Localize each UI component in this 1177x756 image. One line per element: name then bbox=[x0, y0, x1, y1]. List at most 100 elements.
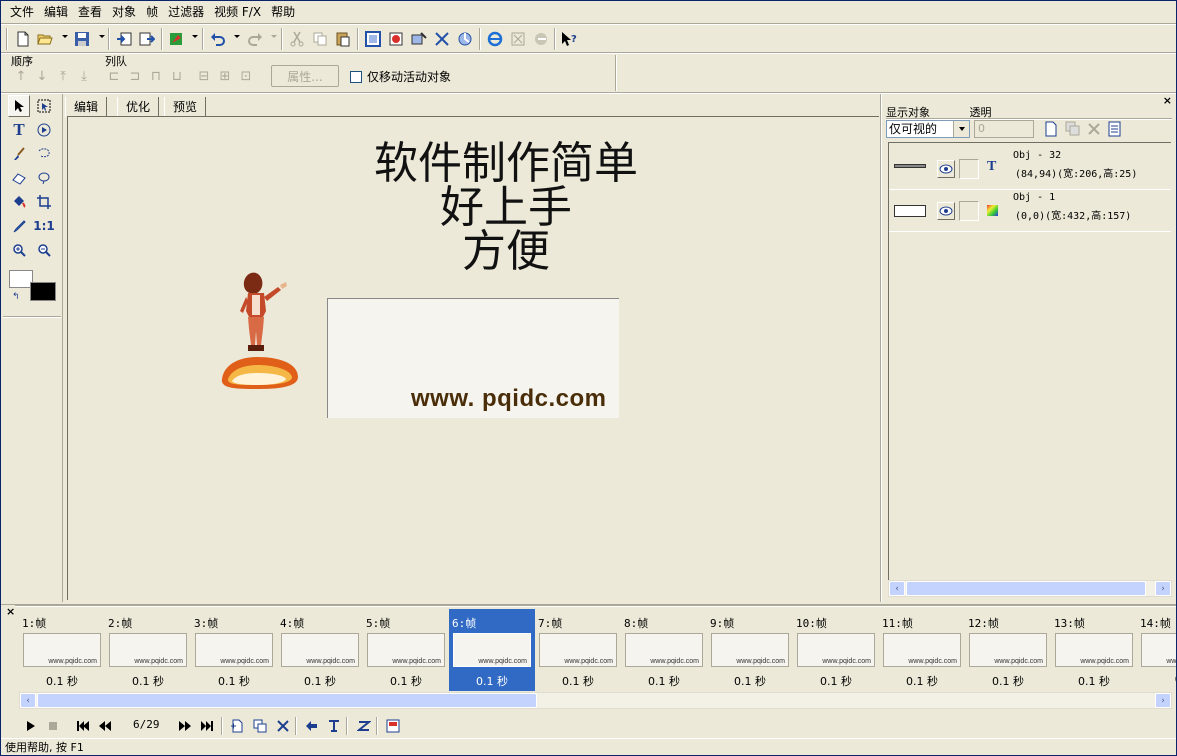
frame-properties-icon[interactable] bbox=[385, 718, 401, 734]
frame-duration[interactable]: 0.1 秒 bbox=[1051, 673, 1137, 689]
tween-icon[interactable] bbox=[304, 718, 320, 734]
paste-icon[interactable] bbox=[332, 28, 354, 50]
frame-cell[interactable]: 12:帧 www.pqidc.com 0.1 秒 bbox=[965, 609, 1051, 691]
show-objects-select[interactable]: 仅可视的 bbox=[886, 120, 970, 138]
frame-duration[interactable]: 0.1 秒 bbox=[449, 673, 535, 689]
timeline-close-icon[interactable]: × bbox=[6, 605, 15, 618]
frame-duration[interactable]: 0.1 秒 bbox=[191, 673, 277, 689]
frame-thumbnail[interactable]: www.pqidc.com bbox=[1141, 633, 1176, 667]
scroll-right-icon[interactable]: › bbox=[1155, 581, 1171, 596]
select-arrow-icon[interactable] bbox=[8, 95, 30, 117]
object-row[interactable]: Obj - 1 (0,0)(宽:432,高:157) bbox=[889, 191, 1171, 232]
menu-file[interactable]: 文件 bbox=[5, 2, 39, 22]
fill-bucket-icon[interactable] bbox=[8, 191, 30, 213]
frame-cell[interactable]: 13:帧 www.pqidc.com 0.1 秒 bbox=[1051, 609, 1137, 691]
frame-cell[interactable]: 1:帧 www.pqidc.com 0.1 秒 bbox=[19, 609, 105, 691]
play-icon[interactable] bbox=[23, 718, 39, 734]
frame-cell[interactable]: 2:帧 www.pqidc.com 0.1 秒 bbox=[105, 609, 191, 691]
undo-dropdown-icon[interactable] bbox=[234, 35, 240, 38]
lock-toggle[interactable] bbox=[959, 201, 979, 221]
scroll-left-icon[interactable]: ‹ bbox=[889, 581, 905, 596]
frame-cell[interactable]: 8:帧 www.pqidc.com 0.1 秒 bbox=[621, 609, 707, 691]
frame-thumbnail[interactable]: www.pqidc.com bbox=[23, 633, 101, 667]
first-frame-icon[interactable] bbox=[75, 718, 91, 734]
marquee-select-icon[interactable] bbox=[33, 95, 55, 117]
animate-tool-icon[interactable] bbox=[33, 119, 55, 141]
frame-duration[interactable]: 0.1 秒 bbox=[277, 673, 363, 689]
menu-filter[interactable]: 过滤器 bbox=[163, 2, 209, 22]
objects-horizontal-scrollbar[interactable]: ‹ › bbox=[888, 580, 1172, 597]
export-icon[interactable] bbox=[136, 28, 158, 50]
frame-cell[interactable]: 11:帧 www.pqidc.com 0.1 秒 bbox=[879, 609, 965, 691]
reverse-frames-icon[interactable] bbox=[326, 718, 342, 734]
rotate-icon[interactable] bbox=[454, 28, 476, 50]
visibility-eye-icon[interactable] bbox=[937, 202, 955, 220]
frame-thumbnail[interactable]: www.pqidc.com bbox=[109, 633, 187, 667]
frame-thumbnail[interactable]: www.pqidc.com bbox=[195, 633, 273, 667]
close-icon[interactable]: × bbox=[1163, 94, 1172, 107]
edit-canvas[interactable]: 软件制作简单 好上手 方便 www. pqidc.com bbox=[67, 116, 879, 600]
object-row[interactable]: T Obj - 32 (84,94)(宽:206,高:25) bbox=[889, 149, 1171, 190]
scroll-right-icon[interactable]: › bbox=[1155, 693, 1171, 708]
tab-preview[interactable]: 预览 bbox=[164, 97, 207, 117]
delete-frame-icon[interactable] bbox=[275, 718, 291, 734]
eyedropper-icon[interactable] bbox=[8, 215, 30, 237]
crop-tool-icon[interactable] bbox=[33, 191, 55, 213]
frame-thumbnail[interactable]: www.pqidc.com bbox=[281, 633, 359, 667]
image-size-icon[interactable] bbox=[408, 28, 430, 50]
menu-help[interactable]: 帮助 bbox=[266, 2, 300, 22]
scroll-thumb[interactable] bbox=[906, 581, 1146, 596]
frame-thumbnail[interactable]: www.pqidc.com bbox=[969, 633, 1047, 667]
lasso-icon[interactable] bbox=[33, 143, 55, 165]
timeline-horizontal-scrollbar[interactable]: ‹ › bbox=[19, 692, 1172, 709]
menu-video-fx[interactable]: 视频 F/X bbox=[209, 2, 266, 22]
crop-icon[interactable] bbox=[362, 28, 384, 50]
frame-thumbnail[interactable]: www.pqidc.com bbox=[367, 633, 445, 667]
ellipse-select-icon[interactable] bbox=[33, 167, 55, 189]
frame-cell[interactable]: 14:帧 www.pqidc.com 0. bbox=[1137, 609, 1176, 691]
menu-frame[interactable]: 帧 bbox=[141, 2, 163, 22]
frame-cell[interactable]: 4:帧 www.pqidc.com 0.1 秒 bbox=[277, 609, 363, 691]
next-frame-icon[interactable] bbox=[177, 718, 193, 734]
lock-toggle[interactable] bbox=[959, 159, 979, 179]
open-folder-icon[interactable] bbox=[34, 28, 56, 50]
frame-duration[interactable]: 0.1 秒 bbox=[621, 673, 707, 689]
frame-thumbnail[interactable]: www.pqidc.com bbox=[625, 633, 703, 667]
add-frame-icon[interactable] bbox=[229, 718, 245, 734]
transition-icon[interactable] bbox=[356, 718, 372, 734]
zoom-out-icon[interactable] bbox=[33, 239, 55, 261]
actual-size-icon[interactable]: 1:1 bbox=[33, 215, 55, 237]
duplicate-frame-icon[interactable] bbox=[252, 718, 268, 734]
text-tool-icon[interactable]: T bbox=[8, 119, 30, 141]
menu-object[interactable]: 对象 bbox=[107, 2, 141, 22]
new-object-icon[interactable] bbox=[1042, 120, 1060, 138]
menu-view[interactable]: 查看 bbox=[73, 2, 107, 22]
frame-thumbnail[interactable]: www.pqidc.com bbox=[539, 633, 617, 667]
save-dropdown-icon[interactable] bbox=[99, 35, 105, 38]
frame-duration[interactable]: 0.1 秒 bbox=[535, 673, 621, 689]
frame-cell[interactable]: 3:帧 www.pqidc.com 0.1 秒 bbox=[191, 609, 277, 691]
tab-optimize[interactable]: 优化 bbox=[117, 97, 160, 117]
scroll-thumb[interactable] bbox=[37, 693, 537, 708]
frame-duration[interactable]: 0.1 秒 bbox=[105, 673, 191, 689]
wizard-icon[interactable] bbox=[166, 28, 188, 50]
frame-duration[interactable]: 0.1 秒 bbox=[19, 673, 105, 689]
frame-duration[interactable]: 0.1 秒 bbox=[879, 673, 965, 689]
object-properties-icon[interactable] bbox=[1106, 120, 1124, 138]
expand-icon[interactable] bbox=[431, 28, 453, 50]
frame-duration[interactable]: 0. bbox=[1137, 673, 1176, 686]
only-move-active-checkbox[interactable]: 仅移动活动对象 bbox=[350, 68, 451, 85]
frame-cell[interactable]: 5:帧 www.pqidc.com 0.1 秒 bbox=[363, 609, 449, 691]
eraser-icon[interactable] bbox=[8, 167, 30, 189]
frame-thumbnail[interactable]: www.pqidc.com bbox=[797, 633, 875, 667]
frame-duration[interactable]: 0.1 秒 bbox=[793, 673, 879, 689]
last-frame-icon[interactable] bbox=[199, 718, 215, 734]
browser-preview-icon[interactable] bbox=[484, 28, 506, 50]
frame-thumbnail[interactable]: www.pqidc.com bbox=[1055, 633, 1133, 667]
frame-duration[interactable]: 0.1 秒 bbox=[965, 673, 1051, 689]
help-pointer-icon[interactable]: ? bbox=[558, 28, 580, 50]
prev-frame-icon[interactable] bbox=[97, 718, 113, 734]
frame-thumbnail[interactable]: www.pqidc.com bbox=[711, 633, 789, 667]
frame-duration[interactable]: 0.1 秒 bbox=[363, 673, 449, 689]
open-dropdown-icon[interactable] bbox=[62, 35, 68, 38]
